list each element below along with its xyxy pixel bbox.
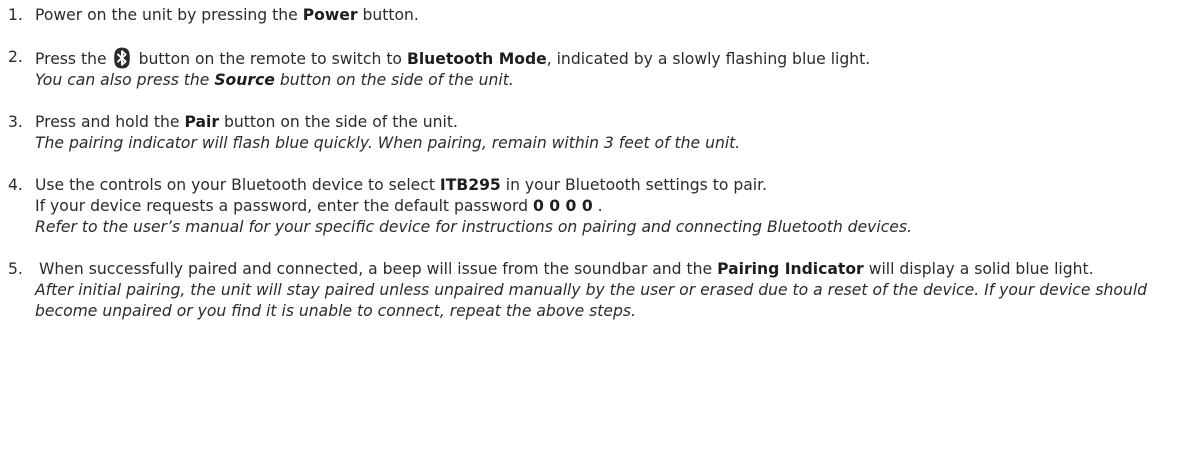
step-1: 1. Power on the unit by pressing the Pow… bbox=[8, 5, 1197, 26]
default-password: 0 0 0 0 bbox=[532, 197, 593, 215]
text-run: button on the side of the unit. bbox=[219, 113, 458, 131]
step-note: After initial pairing, the unit will sta… bbox=[35, 281, 1148, 320]
step-text: Press the button on the remote to switch … bbox=[35, 47, 1197, 70]
text-run: , indicated by a slowly flashing blue li… bbox=[546, 50, 871, 68]
step-note: The pairing indicator will flash blue qu… bbox=[35, 134, 741, 152]
step-number: 1. bbox=[8, 6, 23, 24]
text-run: Use the controls on your Bluetooth devic… bbox=[35, 176, 440, 194]
text-run: in your Bluetooth settings to pair. bbox=[500, 176, 768, 194]
pairing-indicator-label: Pairing Indicator bbox=[717, 260, 864, 278]
text-run: . bbox=[592, 197, 603, 215]
pair-button-label: Pair bbox=[184, 113, 220, 131]
text-run: button. bbox=[357, 6, 419, 24]
step-text: When successfully paired and connected, … bbox=[35, 259, 1185, 280]
step-number: 3. bbox=[8, 113, 23, 131]
bluetooth-mode-label: Bluetooth Mode bbox=[406, 50, 547, 68]
text-run: If your device requests a password, ente… bbox=[35, 197, 533, 215]
instructions-page: 1. Power on the unit by pressing the Pow… bbox=[0, 0, 1197, 450]
source-button-label: Source bbox=[214, 71, 275, 89]
text-run: Press the bbox=[35, 50, 107, 68]
step-note: You can also press the Source button on … bbox=[35, 70, 1197, 91]
step-text: Power on the unit by pressing the Power … bbox=[35, 5, 1197, 26]
step-note: Refer to the user’s manual for your spec… bbox=[35, 218, 912, 236]
text-run: button on the side of the unit. bbox=[274, 71, 514, 89]
pairing-steps-list: 1. Power on the unit by pressing the Pow… bbox=[8, 5, 1197, 322]
step-2: 2. Press the button on the remote to swit… bbox=[8, 47, 1197, 91]
step-4: 4. Use the controls on your Bluetooth de… bbox=[8, 175, 1197, 238]
step-5: 5. When successfully paired and connecte… bbox=[8, 259, 1197, 322]
step-number: 5. bbox=[8, 260, 23, 278]
bluetooth-icon bbox=[113, 47, 130, 69]
step-number: 2. bbox=[8, 48, 23, 66]
text-run: button on the remote to switch to bbox=[138, 50, 407, 68]
text-run: will display a solid blue light. bbox=[863, 260, 1094, 278]
text-run: You can also press the bbox=[35, 71, 215, 89]
model-number: ITB295 bbox=[439, 176, 501, 194]
text-run: Press and hold the bbox=[35, 113, 185, 131]
power-button-label: Power bbox=[302, 6, 358, 24]
step-text: Use the controls on your Bluetooth devic… bbox=[35, 175, 1197, 196]
text-run: Power on the unit by pressing the bbox=[35, 6, 303, 24]
text-run: When successfully paired and connected, … bbox=[39, 260, 718, 278]
step-number: 4. bbox=[8, 176, 23, 194]
step-text-line-2: If your device requests a password, ente… bbox=[35, 196, 1197, 217]
step-3: 3. Press and hold the Pair button on the… bbox=[8, 112, 1197, 154]
step-text: Press and hold the Pair button on the si… bbox=[35, 112, 1197, 133]
